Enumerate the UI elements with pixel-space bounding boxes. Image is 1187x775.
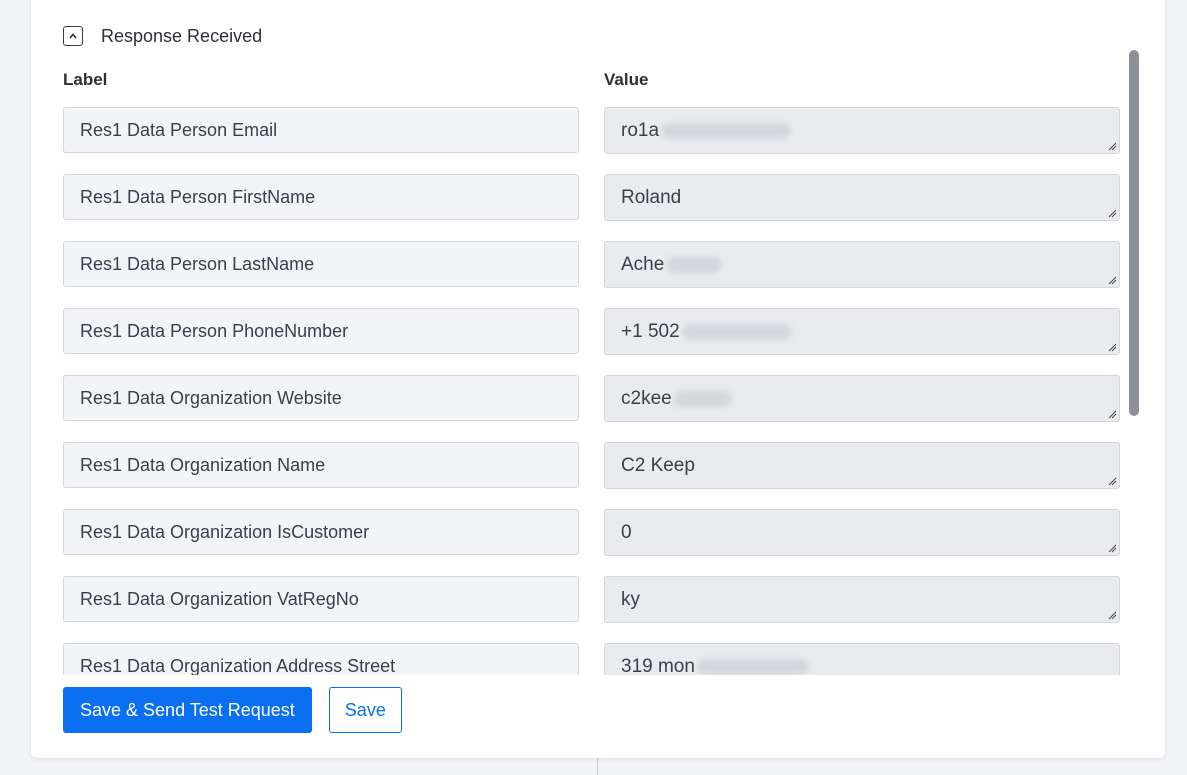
row-label-field[interactable]: Res1 Data Person PhoneNumber [63, 308, 579, 354]
table-row: Res1 Data Organization IsCustomer 0 [63, 509, 1120, 556]
resize-handle-icon[interactable] [1107, 543, 1117, 553]
table-row: Res1 Data Person PhoneNumber +1 502 [63, 308, 1120, 355]
mapping-rows: Res1 Data Person Email ro1a Res1 Data Pe… [63, 107, 1123, 675]
resize-handle-icon[interactable] [1107, 275, 1117, 285]
chevron-up-icon [69, 33, 77, 39]
row-label-field[interactable]: Res1 Data Organization Website [63, 375, 579, 421]
table-row: Res1 Data Person FirstName Roland [63, 174, 1120, 221]
row-label-field[interactable]: Res1 Data Person LastName [63, 241, 579, 287]
resize-handle-icon[interactable] [1107, 208, 1117, 218]
resize-handle-icon[interactable] [1107, 409, 1117, 419]
redacted-text [666, 256, 723, 273]
row-value-field[interactable]: 0 [604, 509, 1120, 556]
save-and-send-test-button[interactable]: Save & Send Test Request [63, 687, 312, 733]
row-value-field[interactable]: +1 502 [604, 308, 1120, 355]
row-label-field[interactable]: Res1 Data Organization VatRegNo [63, 576, 579, 622]
response-card: Response Received Label Value Res1 Data … [31, 0, 1165, 758]
table-row: Res1 Data Person Email ro1a [63, 107, 1120, 154]
resize-handle-icon[interactable] [1107, 610, 1117, 620]
scrollbar[interactable] [1129, 50, 1139, 675]
footer-actions: Save & Send Test Request Save [63, 687, 402, 733]
row-value-field[interactable]: ro1a [604, 107, 1120, 154]
collapse-button[interactable] [63, 26, 83, 46]
row-label-field[interactable]: Res1 Data Organization Name [63, 442, 579, 488]
resize-handle-icon[interactable] [1107, 342, 1117, 352]
redacted-text [673, 390, 732, 407]
value-column-header: Value [604, 70, 649, 89]
row-label-field[interactable]: Res1 Data Organization IsCustomer [63, 509, 579, 555]
row-value-field[interactable]: c2kee [604, 375, 1120, 422]
redacted-text [696, 658, 809, 675]
redacted-text [661, 122, 792, 139]
label-column-header: Label [63, 70, 108, 89]
redacted-text [681, 323, 792, 340]
row-label-field[interactable]: Res1 Data Organization Address Street [63, 643, 579, 675]
table-row: Res1 Data Organization Name C2 Keep [63, 442, 1120, 489]
row-value-field[interactable]: 319 mon [604, 643, 1120, 675]
row-value-field[interactable]: Ache [604, 241, 1120, 288]
row-label-field[interactable]: Res1 Data Person FirstName [63, 174, 579, 220]
resize-handle-icon[interactable] [1107, 141, 1117, 151]
table-row: Res1 Data Person LastName Ache [63, 241, 1120, 288]
table-row: Res1 Data Organization Address Street 31… [63, 643, 1120, 675]
table-row: Res1 Data Organization Website c2kee [63, 375, 1120, 422]
row-value-field[interactable]: C2 Keep [604, 442, 1120, 489]
row-value-field[interactable]: Roland [604, 174, 1120, 221]
table-row: Res1 Data Organization VatRegNo ky [63, 576, 1120, 623]
section-header: Response Received [63, 24, 262, 48]
scrollbar-thumb[interactable] [1129, 50, 1139, 416]
page-divider [597, 755, 598, 775]
section-title: Response Received [101, 25, 263, 46]
row-value-field[interactable]: ky [604, 576, 1120, 623]
save-button[interactable]: Save [328, 687, 402, 733]
resize-handle-icon[interactable] [1107, 476, 1117, 486]
row-label-field[interactable]: Res1 Data Person Email [63, 107, 579, 153]
